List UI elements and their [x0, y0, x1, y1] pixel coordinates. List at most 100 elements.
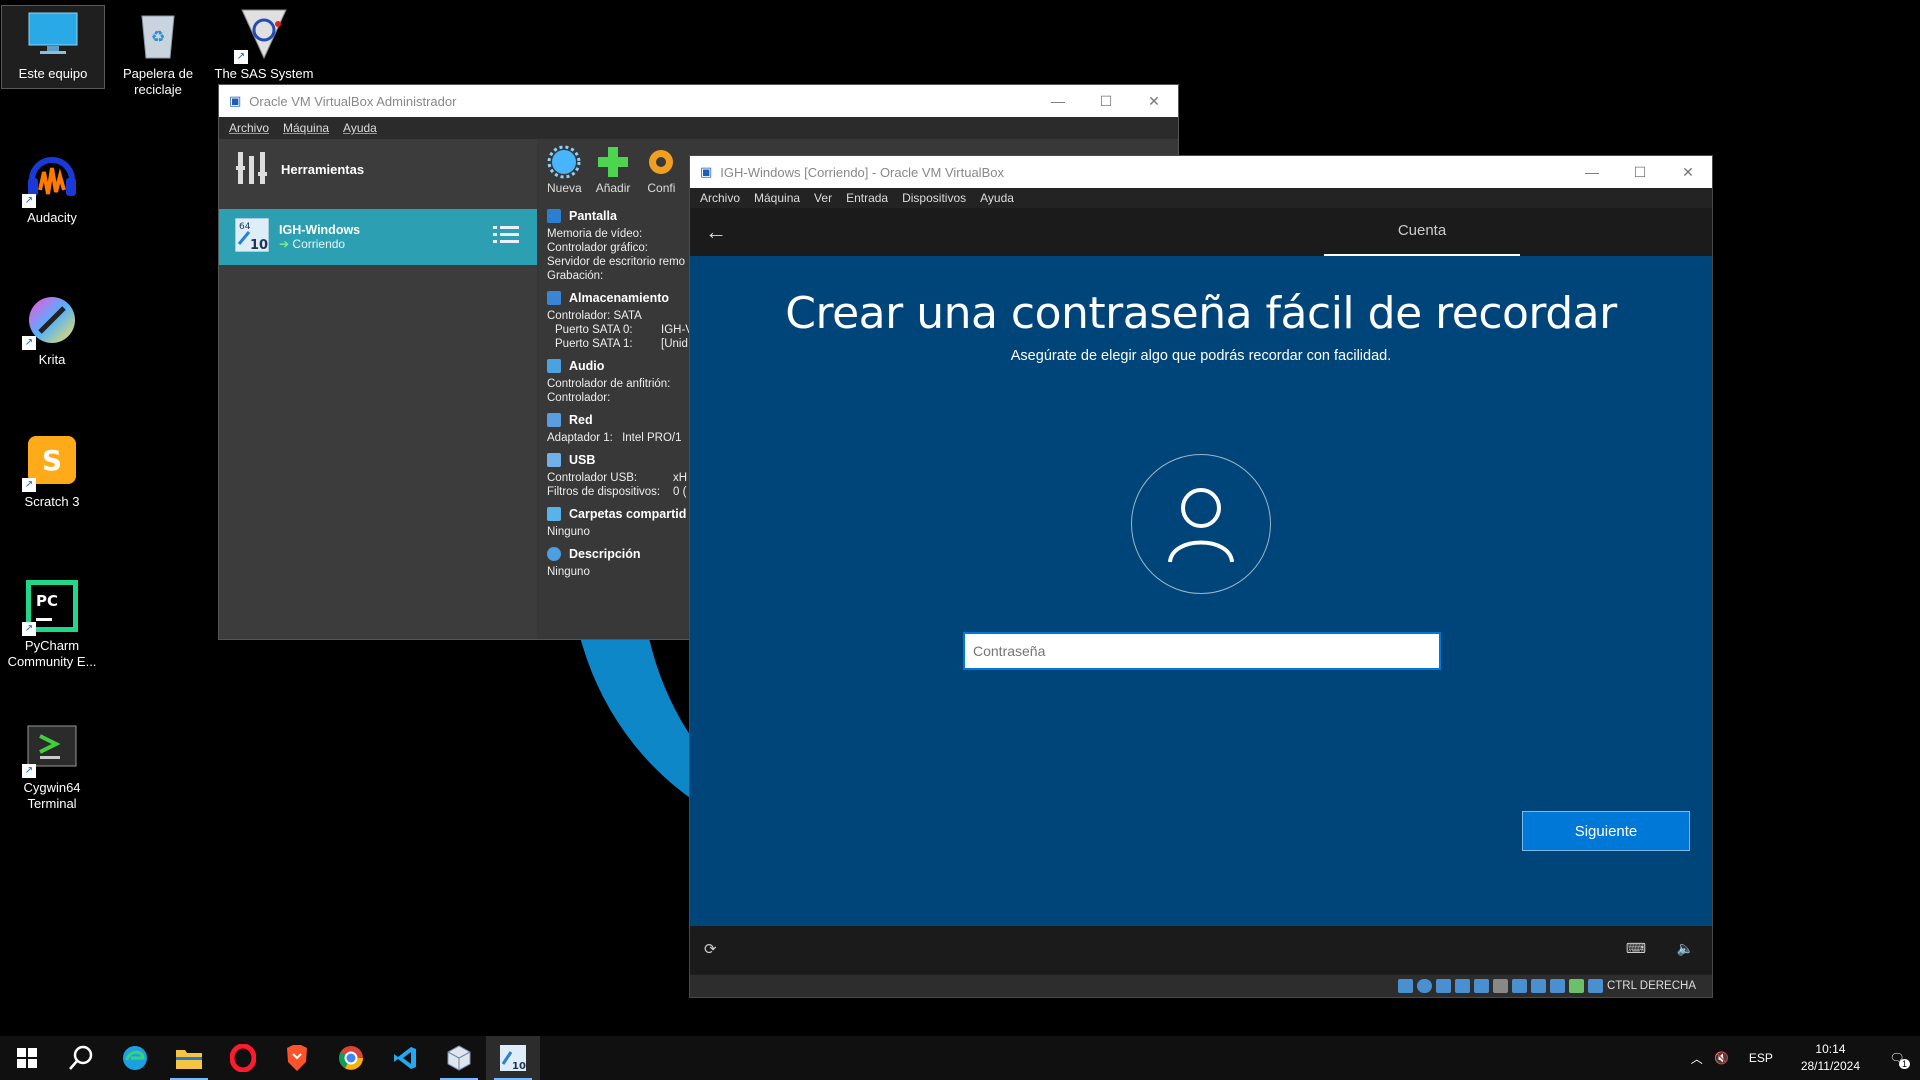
usb-status-icon[interactable]	[1473, 979, 1489, 993]
file-explorer-icon	[176, 1050, 202, 1069]
desktop-icon-scratch[interactable]: S ↗ Scratch 3	[2, 434, 102, 510]
vscode-icon	[394, 1047, 416, 1069]
network-icon	[547, 413, 561, 427]
desktop-icon-cygwin[interactable]: ↗ Cygwin64 Terminal	[2, 720, 102, 812]
monitor-icon	[25, 6, 81, 62]
mouse-integration-status-icon[interactable]	[1587, 979, 1603, 993]
vm-window-icon: ▣	[700, 164, 713, 179]
network-status-icon[interactable]	[1454, 979, 1470, 993]
chevron-up-icon[interactable]: ︿	[1685, 1050, 1709, 1067]
desktop-icon-papelera[interactable]: ♻ Papelera de reciclaje	[108, 6, 208, 98]
vm-menu-icon[interactable]	[493, 224, 519, 251]
description-icon	[547, 547, 561, 561]
next-button[interactable]: Siguiente	[1522, 811, 1690, 851]
shortcut-arrow-icon: ↗	[22, 194, 36, 208]
menu-maquina[interactable]: Máquina	[283, 121, 329, 135]
taskbar-chrome[interactable]	[324, 1036, 378, 1080]
scratch-icon: S ↗	[22, 434, 80, 492]
add-button[interactable]: Añadir	[596, 145, 630, 195]
menu-ver[interactable]: Ver	[814, 191, 832, 205]
taskbar-vscode[interactable]	[378, 1036, 432, 1080]
manager-titlebar[interactable]: ▣ Oracle VM VirtualBox Administrador — ☐…	[219, 85, 1178, 117]
vm-list-pane: Herramientas 64 10 IGH-Windows ➔ Corriend…	[219, 139, 537, 639]
desktop-icon-krita[interactable]: ↗ Krita	[2, 292, 102, 368]
taskbar-virtualbox[interactable]	[432, 1036, 486, 1080]
virtualbox-icon	[447, 1045, 471, 1071]
desktop-icon-este-equipo[interactable]: Este equipo	[1, 5, 105, 89]
audio-status-icon[interactable]	[1435, 979, 1451, 993]
keyboard-icon[interactable]: ⌨	[1626, 940, 1646, 957]
settings-label: Confi	[647, 181, 676, 195]
taskbar-vm-window[interactable]: 10	[486, 1036, 540, 1080]
menu-dispositivos[interactable]: Dispositivos	[902, 191, 966, 205]
desktop-icon-label: The SAS System	[214, 66, 314, 81]
desktop-icon-label: Scratch 3	[24, 494, 80, 509]
maximize-button[interactable]: ☐	[1082, 85, 1130, 117]
menu-archivo[interactable]: Archivo	[700, 191, 740, 205]
user-icon	[1168, 488, 1234, 563]
tools-item[interactable]: Herramientas	[219, 139, 537, 199]
section-title: Pantalla	[569, 209, 617, 223]
section-title: Red	[569, 413, 593, 427]
detail-key: Filtros de dispositivos:	[547, 486, 661, 498]
clock-time: 10:14	[1815, 1042, 1846, 1056]
section-title: Almacenamiento	[569, 291, 670, 305]
detail-value: 0 (	[673, 486, 687, 498]
volume-icon[interactable]: 🔈	[1677, 940, 1694, 957]
taskbar-brave[interactable]	[270, 1036, 324, 1080]
vm-window-icon: 10	[500, 1045, 526, 1072]
minimize-button[interactable]: —	[1568, 156, 1616, 188]
gear-icon	[644, 145, 678, 179]
settings-button[interactable]: Confi	[644, 145, 678, 195]
vm-titlebar[interactable]: ▣ IGH-Windows [Corriendo] - Oracle VM Vi…	[690, 156, 1712, 188]
vm-state: Corriendo	[292, 237, 346, 251]
svg-text:S: S	[42, 444, 62, 477]
notification-button[interactable]: 🗨 1	[1874, 1051, 1920, 1069]
host-key-label[interactable]: CTRL DERECHA	[1607, 980, 1696, 992]
recording-status-icon[interactable]	[1530, 979, 1546, 993]
menu-ayuda[interactable]: Ayuda	[343, 121, 377, 135]
menu-maquina[interactable]: Máquina	[754, 191, 800, 205]
close-button[interactable]: ✕	[1130, 85, 1178, 117]
desktop-icon-sas[interactable]: ↗ The SAS System	[214, 6, 314, 82]
menu-entrada[interactable]: Entrada	[846, 191, 888, 205]
guest-additions-status-icon[interactable]	[1568, 979, 1584, 993]
shortcut-arrow-icon: ↗	[22, 764, 36, 778]
search-button[interactable]	[54, 1036, 108, 1080]
brave-icon	[287, 1045, 307, 1071]
desktop-icon-audacity[interactable]: ↗ Audacity	[2, 150, 102, 226]
new-button[interactable]: Nueva	[547, 145, 582, 195]
vt-status-icon[interactable]	[1549, 979, 1565, 993]
vm-menubar: Archivo Máquina Ver Entrada Dispositivos…	[690, 188, 1712, 208]
shared-folders-status-icon[interactable]	[1492, 979, 1508, 993]
taskbar-opera[interactable]	[216, 1036, 270, 1080]
optical-status-icon[interactable]	[1416, 979, 1432, 993]
page-subtitle: Asegúrate de elegir algo que podrás reco…	[1010, 348, 1392, 364]
storage-status-icon[interactable]	[1397, 979, 1413, 993]
start-button[interactable]	[0, 1036, 54, 1080]
system-tray: ︿ 🔇 ESP 10:14 28/11/2024 🗨 1	[1685, 1036, 1920, 1080]
accessibility-icon[interactable]: ⟳	[704, 940, 717, 958]
menu-ayuda[interactable]: Ayuda	[980, 191, 1014, 205]
display-status-icon[interactable]	[1511, 979, 1527, 993]
password-input[interactable]	[963, 632, 1441, 670]
chrome-icon	[339, 1046, 363, 1070]
clock[interactable]: 10:14 28/11/2024	[1787, 1041, 1874, 1075]
shortcut-arrow-icon: ↗	[234, 50, 248, 64]
taskbar-file-explorer[interactable]	[162, 1036, 216, 1080]
minimize-button[interactable]: —	[1034, 85, 1082, 117]
maximize-button[interactable]: ☐	[1616, 156, 1664, 188]
desktop-icon-label: Audacity	[27, 210, 77, 225]
desktop-icon-pycharm[interactable]: PC ↗ PyCharm Community E...	[2, 578, 102, 670]
taskbar-edge[interactable]	[108, 1036, 162, 1080]
back-arrow-icon[interactable]: ←	[702, 218, 730, 246]
language-indicator[interactable]: ESP	[1735, 1051, 1787, 1065]
vm-window[interactable]: ▣ IGH-Windows [Corriendo] - Oracle VM Vi…	[689, 155, 1713, 998]
vm-list-item-igh-windows[interactable]: 64 10 IGH-Windows ➔ Corriendo	[219, 209, 537, 265]
svg-text:10: 10	[512, 1061, 526, 1072]
volume-muted-icon[interactable]: 🔇	[1709, 1051, 1735, 1065]
menu-archivo[interactable]: Archivo	[229, 121, 269, 135]
close-button[interactable]: ✕	[1664, 156, 1712, 188]
oobe-footer: ⟳ ⌨ 🔈	[690, 926, 1712, 974]
desktop-icon-label: Krita	[38, 352, 66, 367]
